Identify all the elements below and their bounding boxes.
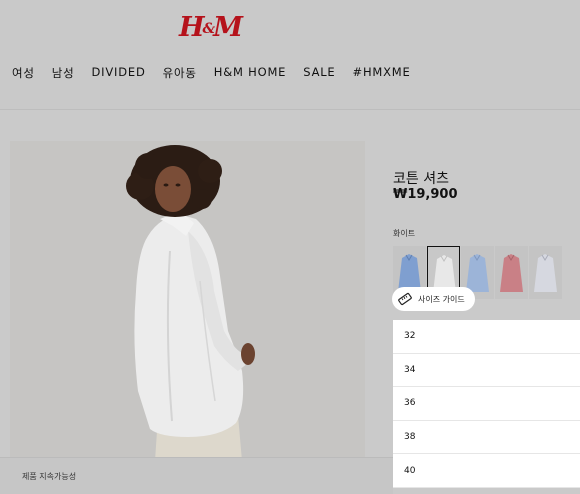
nav-item-home[interactable]: H&M HOME [214,65,286,81]
product-price: ₩19,900 [393,187,458,202]
ruler-icon [398,292,412,306]
size-option[interactable]: 38 [393,421,580,455]
swatch-white-stripe[interactable] [529,246,562,299]
product-image[interactable] [10,141,365,461]
size-option[interactable]: 40 [393,454,580,488]
product-title: 코튼 셔츠 [393,171,449,187]
size-guide-label: 사이즈 가이드 [418,294,465,304]
hm-logo[interactable]: H&M [179,12,243,43]
nav-item-divided[interactable]: DIVIDED [92,65,146,81]
selected-color-label: 화이트 [393,229,416,238]
nav-item-kids[interactable]: 유아동 [163,65,197,81]
nav-item-hmxme[interactable]: #HMXME [353,65,411,81]
product-sustainability-bar[interactable]: 제품 지속가능성 [0,457,393,494]
size-dropdown-list: 32 34 36 38 40 [393,320,580,488]
size-option[interactable]: 32 [393,320,580,354]
main-nav: 여성 남성 DIVIDED 유아동 H&M HOME SALE #HMXME [12,65,428,81]
nav-item-men[interactable]: 남성 [52,65,75,81]
nav-item-women[interactable]: 여성 [12,65,35,81]
size-guide-button[interactable]: 사이즈 가이드 [392,287,475,311]
sustainability-label: 제품 지속가능성 [22,472,77,481]
nav-item-sale[interactable]: SALE [303,65,335,81]
size-option[interactable]: 36 [393,387,580,421]
site-header: H&M 여성 남성 DIVIDED 유아동 H&M HOME SALE #HMX… [0,0,580,110]
swatch-pink-stripe[interactable] [495,246,528,299]
size-option[interactable]: 34 [393,354,580,388]
